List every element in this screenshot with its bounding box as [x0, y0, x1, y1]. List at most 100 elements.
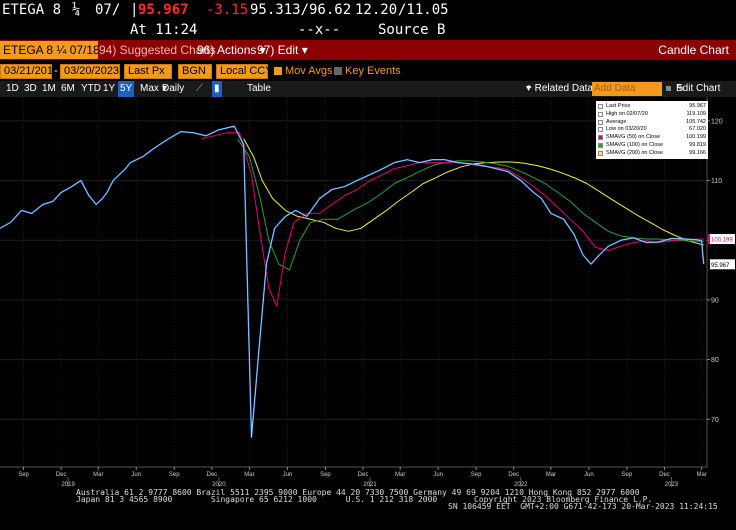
- toolbar: 03/21/2018 - 03/20/2023 Last Px BGN Loca…: [0, 63, 736, 81]
- x-tick-label: Dec: [56, 472, 67, 478]
- quote-line: ETEGA 8 ¼ 07/ | 95.967 -3.15 95.313/96.6…: [0, 0, 736, 21]
- x-tick-label: Sep: [169, 472, 180, 478]
- security-field[interactable]: ETEGA 8 ¼ 07/18/2: [0, 41, 98, 59]
- legend-label: SMAVG (100) on Close: [606, 142, 664, 148]
- mov-avgs-checkbox[interactable]: [274, 67, 282, 75]
- quote-last-price: 95.967: [138, 2, 189, 18]
- edit-label: 97) Edit: [257, 43, 299, 57]
- range-1y[interactable]: 1Y: [101, 81, 117, 97]
- edit-menu[interactable]: 97) Edit ▾: [254, 41, 311, 59]
- range-6m[interactable]: 6M: [59, 81, 77, 97]
- quote-dashes: --x--: [298, 22, 341, 38]
- legend-entry: SMAVG (100) on Close 99.819: [598, 142, 706, 149]
- mov-avgs-label: Mov Avgs: [285, 65, 333, 77]
- legend-entry: SMAVG (50) on Close 100.199: [598, 134, 706, 141]
- table-button[interactable]: Table: [247, 81, 271, 97]
- quote-line-2: At 11:24 --x-- Source B: [0, 21, 736, 40]
- chevron-down-icon: ▾: [526, 83, 532, 94]
- legend-label: SMAVG (50) on Close: [606, 134, 661, 141]
- quote-size: 12.20: [355, 2, 398, 18]
- x-tick-label: Jun: [283, 472, 293, 478]
- legend-entry: SMAVG (200) on Close 99.166: [598, 150, 706, 157]
- quote-ticker: ETEGA 8: [2, 2, 62, 18]
- legend-value: 119.109: [686, 110, 706, 117]
- y-tick-label: 90: [711, 297, 719, 304]
- legend-entry: Low on 03/20/20 67.020: [598, 126, 706, 133]
- chart-type-title: Candle Chart: [658, 43, 729, 57]
- edit-chart-label: Edit Chart: [676, 83, 721, 94]
- range-bar: 1D 3D 1M 6M YTD 1Y 5Y Max Daily ▾ ⟋ ▮ Ta…: [0, 81, 736, 97]
- quote-date: 07/: [95, 2, 121, 18]
- key-events-checkbox[interactable]: [334, 67, 342, 75]
- x-tick-label: Mar: [696, 472, 706, 478]
- line-chart-icon[interactable]: ⟋: [196, 81, 203, 97]
- footer-contacts-2: Japan 81 3 4565 8900 Singapore 65 6212 1…: [76, 495, 438, 504]
- bar-chart-icon[interactable]: ▮: [212, 81, 222, 97]
- legend-entry: Average 105.742: [598, 119, 706, 126]
- price-field-select[interactable]: Last Px: [124, 64, 172, 79]
- x-tick-label: Sep: [622, 472, 633, 478]
- start-date-input[interactable]: 03/21/2018: [0, 64, 59, 79]
- related-data-label: + Related Data: [526, 83, 593, 94]
- x-tick-label: Mar: [546, 472, 556, 478]
- actions-label: 96) Actions: [197, 43, 257, 57]
- y-tick-label: 80: [711, 357, 719, 364]
- x-tick-label: Dec: [207, 472, 218, 478]
- legend-value: 100.199: [686, 134, 706, 141]
- quote-change: -3.15: [206, 2, 249, 18]
- y-tick-label: 120: [711, 118, 723, 125]
- quote-coupon: ¼: [72, 2, 81, 18]
- chevron-down-icon: ▾: [301, 43, 308, 57]
- x-tick-label: Sep: [320, 472, 331, 478]
- legend-swatch: [598, 135, 603, 141]
- settings-icon[interactable]: [666, 86, 671, 91]
- legend-label: Last Price: [606, 103, 631, 109]
- x-tick-label: Dec: [659, 472, 670, 478]
- legend-swatch: [598, 143, 603, 148]
- chevron-down-icon: ▾: [162, 83, 168, 94]
- y-tick-label: 110: [711, 178, 722, 185]
- source-select[interactable]: BGN: [178, 64, 212, 79]
- legend-value: 105.742: [686, 118, 706, 125]
- legend-swatch: [598, 150, 603, 156]
- range-1d[interactable]: 1D: [4, 81, 21, 97]
- legend-label: SMAVG (200) on Close: [606, 149, 664, 156]
- x-tick-label: Jun: [131, 472, 141, 478]
- legend-entry: Last Price 95.967: [598, 103, 706, 110]
- end-date-input[interactable]: 03/20/2023: [60, 64, 120, 79]
- currency-select[interactable]: Local CCY: [216, 64, 273, 79]
- x-tick-label: Mar: [395, 472, 405, 478]
- legend-swatch: [598, 119, 603, 125]
- range-1m[interactable]: 1M: [40, 81, 58, 97]
- x-tick-label: Dec: [508, 472, 519, 478]
- legend-swatch: [598, 127, 603, 133]
- range-3d[interactable]: 3D: [22, 81, 39, 97]
- legend-swatch: [598, 111, 603, 117]
- x-tick-label: Jun: [433, 472, 443, 478]
- add-data-input[interactable]: Add Data: [592, 82, 662, 96]
- legend-entry: High on 02/07/20 119.109: [598, 111, 706, 118]
- chart-legend[interactable]: Last Price 95.967 High on 02/07/20 119.109 A…: [596, 101, 708, 159]
- range-ytd[interactable]: YTD: [79, 81, 103, 97]
- legend-swatch: [598, 104, 603, 109]
- x-tick-label: Mar: [244, 472, 254, 478]
- x-tick-label: Sep: [471, 472, 482, 478]
- quote-time: At 11:24: [130, 22, 198, 38]
- price-tag-marker: [708, 234, 710, 245]
- menu-bar: ETEGA 8 ¼ 07/18/2 94) Suggested Charts 9…: [0, 40, 736, 60]
- legend-value: 95.967: [689, 103, 706, 109]
- footer: Australia 61 2 9777 8600 Brazil 5511 239…: [0, 488, 736, 530]
- legend-value: 99.819: [689, 142, 706, 148]
- x-tick-label: Sep: [18, 472, 29, 478]
- quote-size2: /11.05: [398, 2, 449, 18]
- price-tag-label: 95.967: [711, 263, 730, 269]
- x-tick-label: Jun: [584, 472, 594, 478]
- range-5y[interactable]: 5Y: [118, 81, 135, 97]
- x-tick-label: Mar: [93, 472, 103, 478]
- price-tag-marker: [708, 259, 710, 270]
- date-dash: -: [54, 65, 58, 77]
- footer-sn: SN 106459 EET GMT+2:00 G671-42-173 20-Ma…: [448, 502, 718, 511]
- key-events-label: Key Events: [345, 65, 401, 77]
- legend-value: 67.020: [689, 126, 706, 133]
- range-max[interactable]: Max: [138, 81, 161, 97]
